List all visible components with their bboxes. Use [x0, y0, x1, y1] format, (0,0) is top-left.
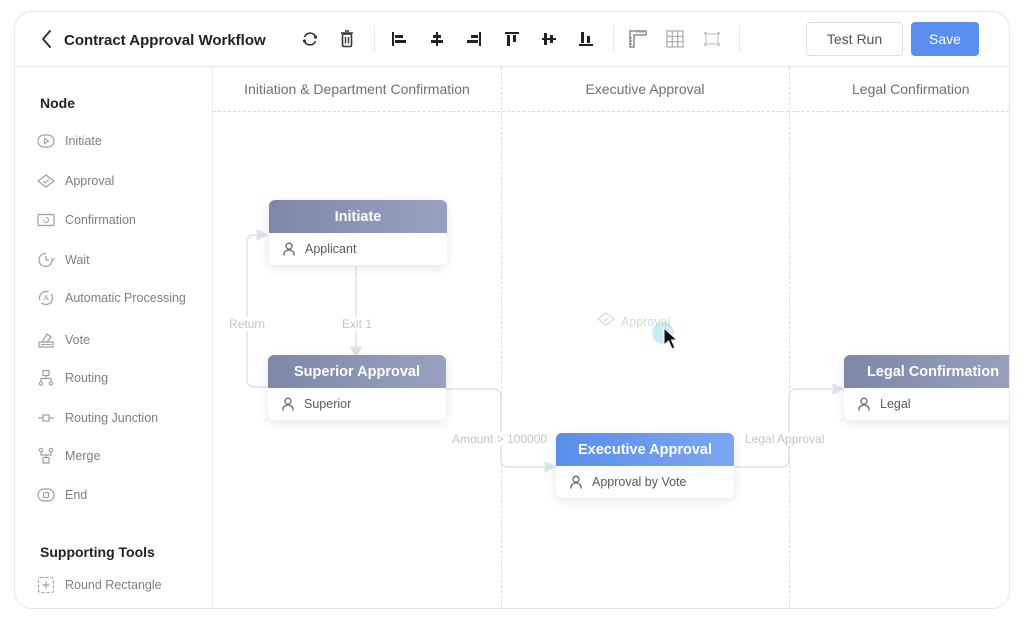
- palette-item-automatic-processing[interactable]: A Automatic Processing: [36, 287, 186, 309]
- palette-item-routing-junction[interactable]: Routing Junction: [36, 407, 158, 429]
- lane-header-legal: Legal Confirmation: [852, 81, 970, 97]
- mouse-pointer-icon: [663, 327, 679, 350]
- svg-text:A: A: [43, 294, 49, 303]
- edge-layer: [246, 229, 845, 473]
- toolbar-divider: [374, 26, 375, 52]
- node-title: Legal Confirmation: [844, 355, 1009, 388]
- refresh-icon: [302, 32, 318, 46]
- node-assignee: Applicant: [305, 242, 357, 256]
- routing-icon: [36, 369, 56, 387]
- node-palette-sidebar: Node Initiate Approval Confirmation Wait: [15, 67, 213, 608]
- lane-header-divider: [213, 111, 1009, 112]
- end-icon: [36, 486, 56, 504]
- toolbar-divider: [613, 26, 614, 52]
- lane-separator: [501, 67, 502, 608]
- merge-icon: [36, 447, 56, 465]
- lane-header-executive: Executive Approval: [585, 81, 705, 97]
- palette-item-wait[interactable]: Wait: [36, 249, 90, 271]
- back-button[interactable]: [37, 27, 57, 51]
- user-icon: [281, 397, 295, 411]
- supporting-tools-section-title: Supporting Tools: [40, 544, 155, 560]
- palette-item-round-rectangle[interactable]: Round Rectangle: [36, 574, 162, 596]
- edge-label-legal-approval: Legal Approval: [744, 432, 826, 446]
- approval-diamond-icon: [597, 312, 615, 331]
- node-initiate[interactable]: Initiate Applicant: [269, 200, 447, 265]
- grid-icon: [666, 30, 684, 48]
- toolbar-divider: [739, 26, 740, 52]
- ruler-button[interactable]: [627, 28, 649, 50]
- grid-button[interactable]: [664, 28, 686, 50]
- vote-box-icon: [36, 331, 56, 349]
- edge-return[interactable]: [246, 229, 269, 388]
- palette-item-initiate[interactable]: Initiate: [36, 130, 102, 152]
- align-center-button[interactable]: [426, 28, 448, 50]
- node-executive-approval[interactable]: Executive Approval Approval by Vote: [556, 433, 734, 498]
- junction-icon: [36, 409, 56, 427]
- align-top-button[interactable]: [501, 28, 523, 50]
- node-assignee: Legal: [880, 397, 911, 411]
- node-assignee: Approval by Vote: [592, 475, 687, 489]
- align-center-horizontal-icon: [431, 32, 443, 46]
- save-button[interactable]: Save: [911, 22, 979, 56]
- palette-item-confirmation[interactable]: Confirmation: [36, 209, 136, 231]
- user-icon: [282, 242, 296, 256]
- node-title: Initiate: [269, 200, 447, 233]
- align-bottom-button[interactable]: [575, 28, 597, 50]
- palette-item-merge[interactable]: Merge: [36, 445, 100, 467]
- align-right-button[interactable]: [463, 28, 485, 50]
- lane-separator: [789, 67, 790, 608]
- palette-item-end[interactable]: End: [36, 484, 87, 506]
- approval-diamond-icon: [36, 172, 56, 190]
- top-toolbar: Contract Approval Workflow Test Run Save: [15, 12, 1009, 67]
- node-superior-approval[interactable]: Superior Approval Superior: [268, 355, 446, 420]
- palette-item-approval[interactable]: Approval: [36, 170, 114, 192]
- auto-process-icon: A: [36, 289, 56, 307]
- edge-label-amount: Amount > 100000: [451, 432, 549, 446]
- edge-amount[interactable]: [445, 388, 557, 473]
- confirmation-icon: [36, 211, 56, 229]
- align-middle-button[interactable]: [538, 28, 560, 50]
- dashed-plus-box-icon: [36, 576, 56, 594]
- node-section-title: Node: [40, 95, 75, 111]
- user-icon: [569, 475, 583, 489]
- clock-icon: [36, 251, 56, 269]
- delete-button[interactable]: [336, 28, 358, 50]
- play-circle-icon: [36, 132, 56, 150]
- node-title: Superior Approval: [268, 355, 446, 388]
- edge-label-return: Return: [228, 317, 267, 331]
- palette-item-vote[interactable]: Vote: [36, 329, 90, 351]
- fit-frame-icon: [704, 32, 720, 46]
- node-title: Executive Approval: [556, 433, 734, 466]
- align-middle-vertical-icon: [542, 33, 556, 45]
- align-left-icon: [392, 32, 406, 46]
- workflow-title: Contract Approval Workflow: [64, 32, 266, 49]
- workflow-canvas[interactable]: Initiation & Department Confirmation Exe…: [213, 67, 1009, 608]
- chevron-left-icon: [42, 30, 51, 48]
- edge-label-exit1: Exit 1: [341, 317, 374, 331]
- align-top-icon: [505, 32, 519, 46]
- ruler-icon: [629, 30, 647, 48]
- align-right-icon: [467, 32, 481, 46]
- node-assignee: Superior: [304, 397, 352, 411]
- align-left-button[interactable]: [388, 28, 410, 50]
- test-run-button[interactable]: Test Run: [806, 22, 903, 56]
- trash-icon: [341, 30, 353, 48]
- user-icon: [857, 397, 871, 411]
- lane-header-initiation: Initiation & Department Confirmation: [244, 81, 470, 97]
- workflow-editor-window: Contract Approval Workflow Test Run Save…: [14, 11, 1010, 609]
- fit-frame-button[interactable]: [701, 28, 723, 50]
- node-legal-confirmation[interactable]: Legal Confirmation Legal: [844, 355, 1009, 420]
- align-bottom-icon: [579, 32, 593, 46]
- refresh-button[interactable]: [299, 28, 321, 50]
- palette-item-routing[interactable]: Routing: [36, 367, 108, 389]
